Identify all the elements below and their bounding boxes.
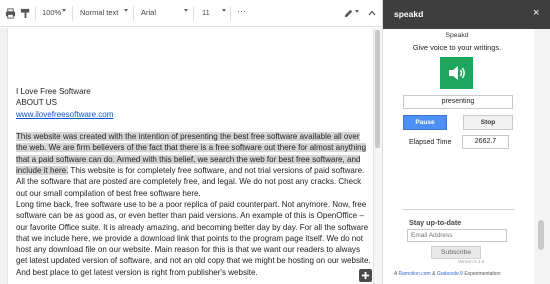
speakd-sidebar: speakd × Speakd Give voice to your writi…: [382, 0, 550, 284]
paragraph-1: This website was created with the intent…: [16, 132, 367, 198]
sidebar-title: speakd: [394, 9, 424, 19]
chevron-up-icon[interactable]: [365, 6, 379, 20]
pause-button[interactable]: Pause: [403, 115, 447, 130]
elapsed-time-value: 2662.7: [462, 135, 509, 149]
speaker-icon: [448, 66, 465, 80]
print-icon[interactable]: [3, 6, 17, 20]
tagline: Give voice to your writings.: [412, 43, 502, 52]
zoom-select[interactable]: 100%: [42, 8, 61, 17]
font-select[interactable]: Arial: [141, 8, 156, 17]
document-body[interactable]: I Love Free Software ABOUT US www.ilovef…: [16, 86, 371, 278]
toolbar-divider: [230, 6, 231, 21]
toolbar-divider: [133, 6, 134, 21]
footer-suffix: Experimentation: [462, 271, 501, 277]
more-button[interactable]: ···: [237, 6, 246, 16]
toolbar-divider: [193, 6, 194, 21]
stop-button[interactable]: Stop: [463, 115, 513, 130]
grabcode-link[interactable]: Grabcode.9: [437, 271, 463, 277]
docs-toolbar: 100% Normal text Arial 11 ···: [0, 0, 382, 27]
doc-about-line: ABOUT US: [16, 98, 57, 108]
zoom-chevron-down-icon: [62, 9, 66, 12]
subscribe-button[interactable]: Subscribe: [431, 246, 481, 259]
close-icon[interactable]: ×: [533, 8, 539, 19]
explore-icon: [361, 271, 370, 280]
font-chevron-down-icon: [184, 9, 188, 12]
document-scrollbar-thumb[interactable]: [375, 30, 380, 148]
vertical-ruler: [0, 28, 8, 284]
doc-website-link[interactable]: www.ilovefreesoftware.com: [16, 110, 114, 119]
sidebar-scrollbar-thumb[interactable]: [538, 220, 544, 250]
sidebar-footer: A Ramotion.com & Grabcode.9 Experimentat…: [394, 271, 534, 277]
size-chevron-down-icon: [222, 9, 226, 12]
ramotion-link[interactable]: Ramotion.com: [398, 271, 430, 277]
toolbar-divider: [35, 6, 36, 21]
doc-title-line: I Love Free Software: [16, 87, 91, 96]
version-label: Version 0.1.6: [457, 259, 485, 264]
paragraph-2: Long time back, free software use to be …: [16, 199, 371, 277]
pencil-icon[interactable]: [341, 6, 355, 20]
elapsed-time-label: Elapsed Time: [409, 139, 452, 146]
stay-up-to-date-heading: Stay up-to-date: [409, 218, 462, 227]
divider: [403, 209, 515, 210]
speak-button[interactable]: [440, 57, 473, 89]
paragraph-1-rest: This website is for completely free soft…: [16, 166, 365, 198]
paint-format-icon[interactable]: [18, 6, 32, 20]
current-word-field: presenting: [403, 95, 513, 109]
font-size-select[interactable]: 11: [202, 8, 210, 17]
edit-mode-chevron-down-icon[interactable]: [355, 10, 359, 13]
style-chevron-down-icon: [124, 9, 128, 12]
toolbar-divider: [72, 6, 73, 21]
paragraph-style-select[interactable]: Normal text: [80, 8, 118, 17]
app-name: Speakd: [445, 32, 469, 39]
explore-button[interactable]: [359, 269, 372, 282]
email-field[interactable]: [407, 229, 507, 242]
